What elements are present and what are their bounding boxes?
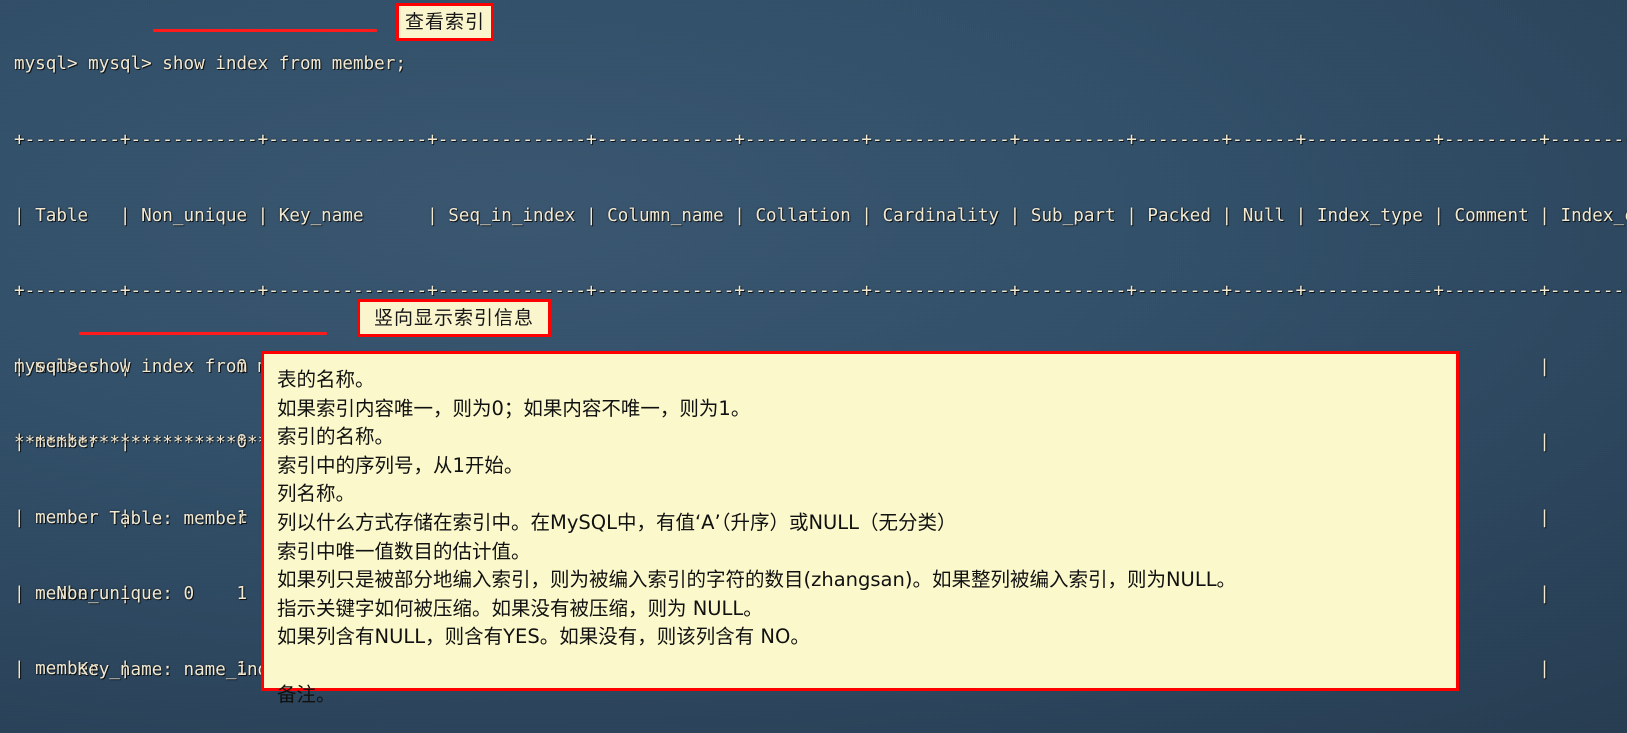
callout-vertical-display: 竖向显示索引信息 — [357, 299, 551, 337]
legend-line-key-name: 索引的名称。 — [277, 425, 395, 449]
legend-line-packed: 指示关键字如何被压缩。如果没有被压缩，则为 NULL。 — [277, 596, 763, 620]
command-2-underline — [79, 332, 327, 335]
legend-line-column-name: 列名称。 — [277, 482, 356, 506]
callout-view-index-label: 查看索引 — [404, 10, 485, 33]
callout-view-index: 查看索引 — [396, 3, 494, 41]
table-header-row: | Table | Non_unique | Key_name | Seq_in… — [14, 205, 1627, 226]
legend-line-table: 表的名称。 — [277, 368, 375, 391]
field-description-panel: 表的名称。 如果索引内容唯一，则为0；如果内容不唯一，则为1。 索引的名称。 索… — [261, 351, 1459, 706]
legend-line-blank — [277, 652, 1456, 681]
legend-line-seq-in-index: 索引中的序列号，从1开始。 — [277, 453, 524, 477]
terminal-screenshot: mysql> mysql> show index from member; +-… — [0, 0, 1627, 733]
command-line-1: mysql> mysql> show index from member; — [14, 54, 406, 75]
legend-line-index-comment: 备注。 — [277, 682, 336, 706]
legend-line-collation: 列以什么方式存储在索引中。在MySQL中，有值‘A’（升序）或NULL（无分类） — [277, 510, 957, 534]
callout-vertical-display-label: 竖向显示索引信息 — [373, 306, 534, 329]
legend-line-null: 如果列含有NULL，则含有YES。如果没有，则该列含有 NO。 — [277, 625, 810, 649]
table-rule-top: +---------+------------+---------------+… — [14, 130, 1627, 150]
legend-line-cardinality: 索引中唯一值数目的估计值。 — [277, 539, 531, 563]
table-rule-mid: +---------+------------+---------------+… — [14, 281, 1627, 302]
legend-line-non-unique: 如果索引内容唯一，则为0；如果内容不唯一，则为1。 — [277, 396, 751, 420]
legend-line-sub-part: 如果列只是被部分地编入索引，则为被编入索引的字符的数目(zhangsan)。如果… — [277, 568, 1237, 592]
command-1-underline — [153, 29, 377, 32]
